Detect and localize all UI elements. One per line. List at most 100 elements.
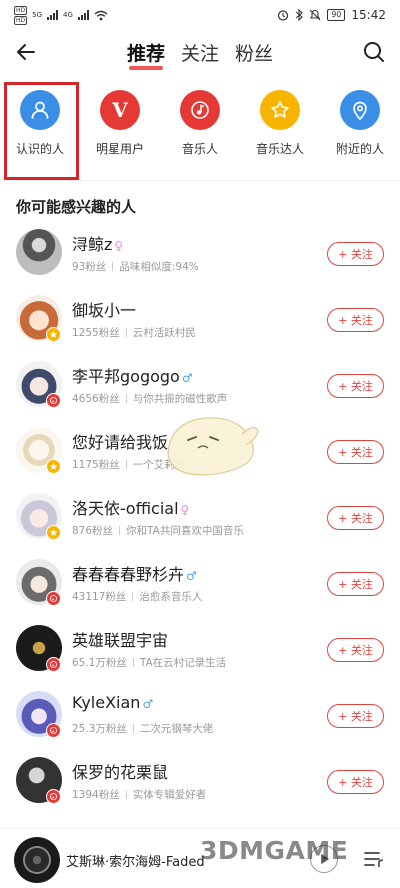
album-cover[interactable] [14,837,60,883]
category-celebrities[interactable]: V 明星用户 [80,82,160,178]
user-meta: 1394粉丝 实体专辑爱好者 [72,787,206,802]
user-name: 洛天依-official ♀ [72,495,189,519]
star-badge-icon [46,327,61,342]
tab-recommended[interactable]: 推荐 [125,39,167,70]
battery-indicator: 90 [327,9,346,21]
category-music-experts[interactable]: 音乐达人 [240,82,320,178]
user-name: KyleXian ♂ [72,693,153,712]
alarm-icon [278,10,289,21]
separator [125,328,127,337]
tab-bar: 推荐 关注 粉丝 [0,30,400,74]
gender-female-icon: ♀ [180,503,190,517]
watermark-logo: 3DMGAME [200,836,349,865]
user-meta: 65.1万粉丝 TA在云村记录生活 [72,655,226,670]
fans-count: 1255粉丝 [72,327,120,339]
follow-button[interactable]: + 关注 [327,638,384,662]
highlight-annotation-box [4,82,79,180]
music-badge-icon [46,393,61,408]
user-description: 云村活跃村民 [132,327,196,339]
user-meta: 43117粉丝 治愈系音乐人 [72,589,202,604]
list-item[interactable]: 保罗的花栗鼠 1394粉丝 实体专辑爱好者 + 关注 [0,749,400,815]
user-name-text: KyleXian [72,693,141,712]
follow-button[interactable]: + 关注 [327,242,384,266]
user-name: 御坂小一 [72,297,136,321]
separator [125,460,127,469]
separator [132,592,134,601]
music-badge-icon [46,723,61,738]
section-title: 你可能感兴趣的人 [16,198,137,216]
list-item[interactable]: KyleXian ♂ 25.3万粉丝 二次元钢琴大佬 + 关注 [0,683,400,749]
user-meta: 25.3万粉丝 二次元钢琴大佬 [72,721,213,736]
tab-fans[interactable]: 粉丝 [233,39,275,66]
bluetooth-icon [295,9,304,21]
follow-button[interactable]: + 关注 [327,704,384,728]
follow-button[interactable]: + 关注 [327,374,384,398]
list-item[interactable]: 英雄联盟宇宙 65.1万粉丝 TA在云村记录生活 + 关注 [0,617,400,683]
now-playing-title[interactable]: 艾斯琳·索尔海姆-Faded [66,851,205,870]
user-name: 浔鲸z ♀ [72,231,123,255]
category-musicians[interactable]: 音乐人 [160,82,240,178]
star-badge-icon [46,459,61,474]
tab-following[interactable]: 关注 [179,39,221,66]
music-badge-icon [46,591,61,606]
user-name: 您好请给我饭 [72,429,168,453]
status-bar: HD HD 5G 4G 90 15:42 [0,0,400,30]
gender-female-icon: ♀ [114,239,124,253]
list-item[interactable]: 浔鲸z ♀ 93粉丝 品味相似度:94% + 关注 [0,221,400,287]
user-name-text: 保罗的花栗鼠 [72,763,169,782]
hd-indicator-1: HD [14,5,28,15]
star-icon [260,90,300,130]
gender-male-icon: ♂ [186,569,197,583]
top-navigation: 推荐 关注 粉丝 [0,30,400,74]
fans-count: 1175粉丝 [72,459,120,471]
sim-indicators: HD HD [14,5,28,25]
status-left: HD HD 5G 4G [14,5,108,25]
user-description: TA在云村记录生活 [139,657,227,669]
gender-male-icon: ♂ [142,697,154,711]
music-badge-icon [46,789,61,804]
user-description: 二次元钢琴大佬 [139,723,214,735]
location-pin-icon [340,90,380,130]
list-item[interactable]: 洛天依-official ♀ 876粉丝 你和TA共同喜欢中国音乐 + 关注 [0,485,400,551]
category-nearby[interactable]: 附近的人 [320,82,400,178]
divider [0,180,400,181]
follow-button[interactable]: + 关注 [327,440,384,464]
user-name-text: 御坂小一 [72,301,137,320]
user-name: 春春春春野杉卉 ♂ [72,561,197,585]
playlist-icon[interactable] [362,847,386,871]
separator [125,790,127,799]
wifi-icon [94,10,108,20]
separator [119,526,121,535]
v-badge-icon: V [100,90,140,130]
follow-button[interactable]: + 关注 [327,308,384,332]
user-description: 治愈系音乐人 [139,591,203,603]
user-name-text: 英雄联盟宇宙 [72,631,169,650]
user-name-text: 浔鲸z [72,235,113,254]
category-label: 附近的人 [335,142,384,156]
fans-count: 876粉丝 [72,525,114,537]
user-meta: 93粉丝 品味相似度:94% [72,259,199,274]
search-icon[interactable] [360,38,388,66]
music-badge-icon [46,657,61,672]
user-name-text: 您好请给我饭 [72,433,169,452]
user-name-text: 李平邦gogogo [72,367,180,386]
follow-button[interactable]: + 关注 [327,572,384,596]
category-label: 音乐人 [181,142,218,156]
avatar[interactable] [16,229,62,275]
follow-button[interactable]: + 关注 [327,506,384,530]
fans-count: 65.1万粉丝 [72,657,127,669]
user-name: 保罗的花栗鼠 [72,759,168,783]
hd-indicator-2: HD [14,15,28,25]
user-name: 李平邦gogogo ♂ [72,363,193,387]
signal-icon [47,10,59,20]
list-item[interactable]: 御坂小一 1255粉丝 云村活跃村民 + 关注 [0,287,400,353]
user-name: 英雄联盟宇宙 [72,627,168,651]
fans-count: 4656粉丝 [72,393,120,405]
separator [132,724,134,733]
user-description: 你和TA共同喜欢中国音乐 [126,525,244,537]
user-meta: 876粉丝 你和TA共同喜欢中国音乐 [72,523,244,538]
list-item[interactable]: 春春春春野杉卉 ♂ 43117粉丝 治愈系音乐人 + 关注 [0,551,400,617]
gender-male-icon: ♂ [181,371,193,385]
user-description: 实体专辑爱好者 [132,789,207,801]
follow-button[interactable]: + 关注 [327,770,384,794]
